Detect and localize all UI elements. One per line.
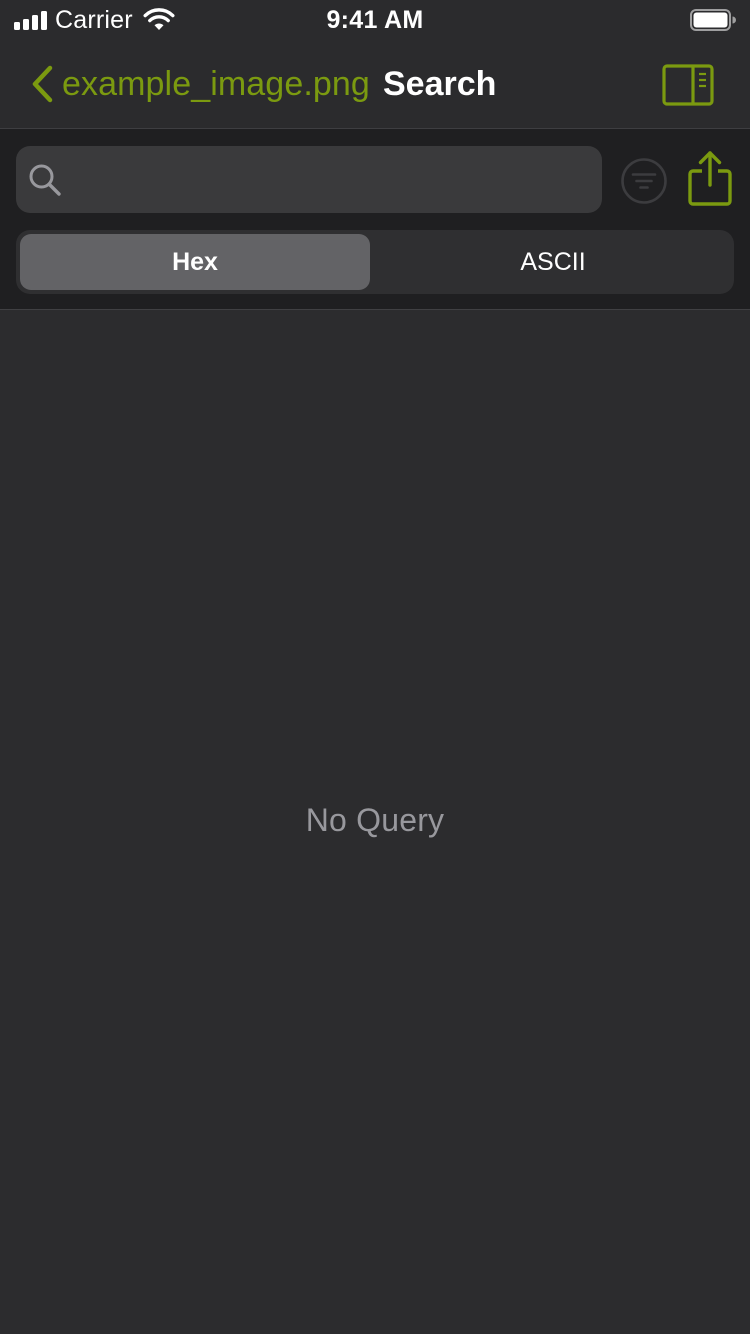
search-input[interactable] [74, 146, 584, 213]
screen: Carrier 9:41 AM example_image.png Search [0, 0, 750, 1334]
chevron-left-icon [32, 65, 53, 103]
back-label: example_image.png [62, 64, 370, 103]
results-area: No Query [0, 310, 750, 1334]
page-title: Search [383, 65, 497, 103]
battery-icon [690, 9, 736, 31]
share-icon[interactable] [686, 149, 734, 207]
segment-hex[interactable]: Hex [20, 234, 370, 290]
sidebar-toggle-icon[interactable] [662, 64, 714, 106]
status-time: 9:41 AM [326, 6, 424, 34]
filter-icon[interactable] [620, 157, 668, 205]
nav-bar: example_image.png Search [0, 40, 750, 128]
search-field[interactable] [16, 146, 602, 213]
search-area: Hex ASCII [0, 129, 750, 309]
status-bar: Carrier 9:41 AM [0, 0, 750, 40]
empty-state-message: No Query [305, 802, 445, 838]
segment-ascii[interactable]: ASCII [376, 234, 730, 290]
search-icon [29, 164, 61, 196]
segmented-control: Hex ASCII [16, 230, 734, 294]
back-button[interactable]: example_image.png [30, 60, 370, 108]
